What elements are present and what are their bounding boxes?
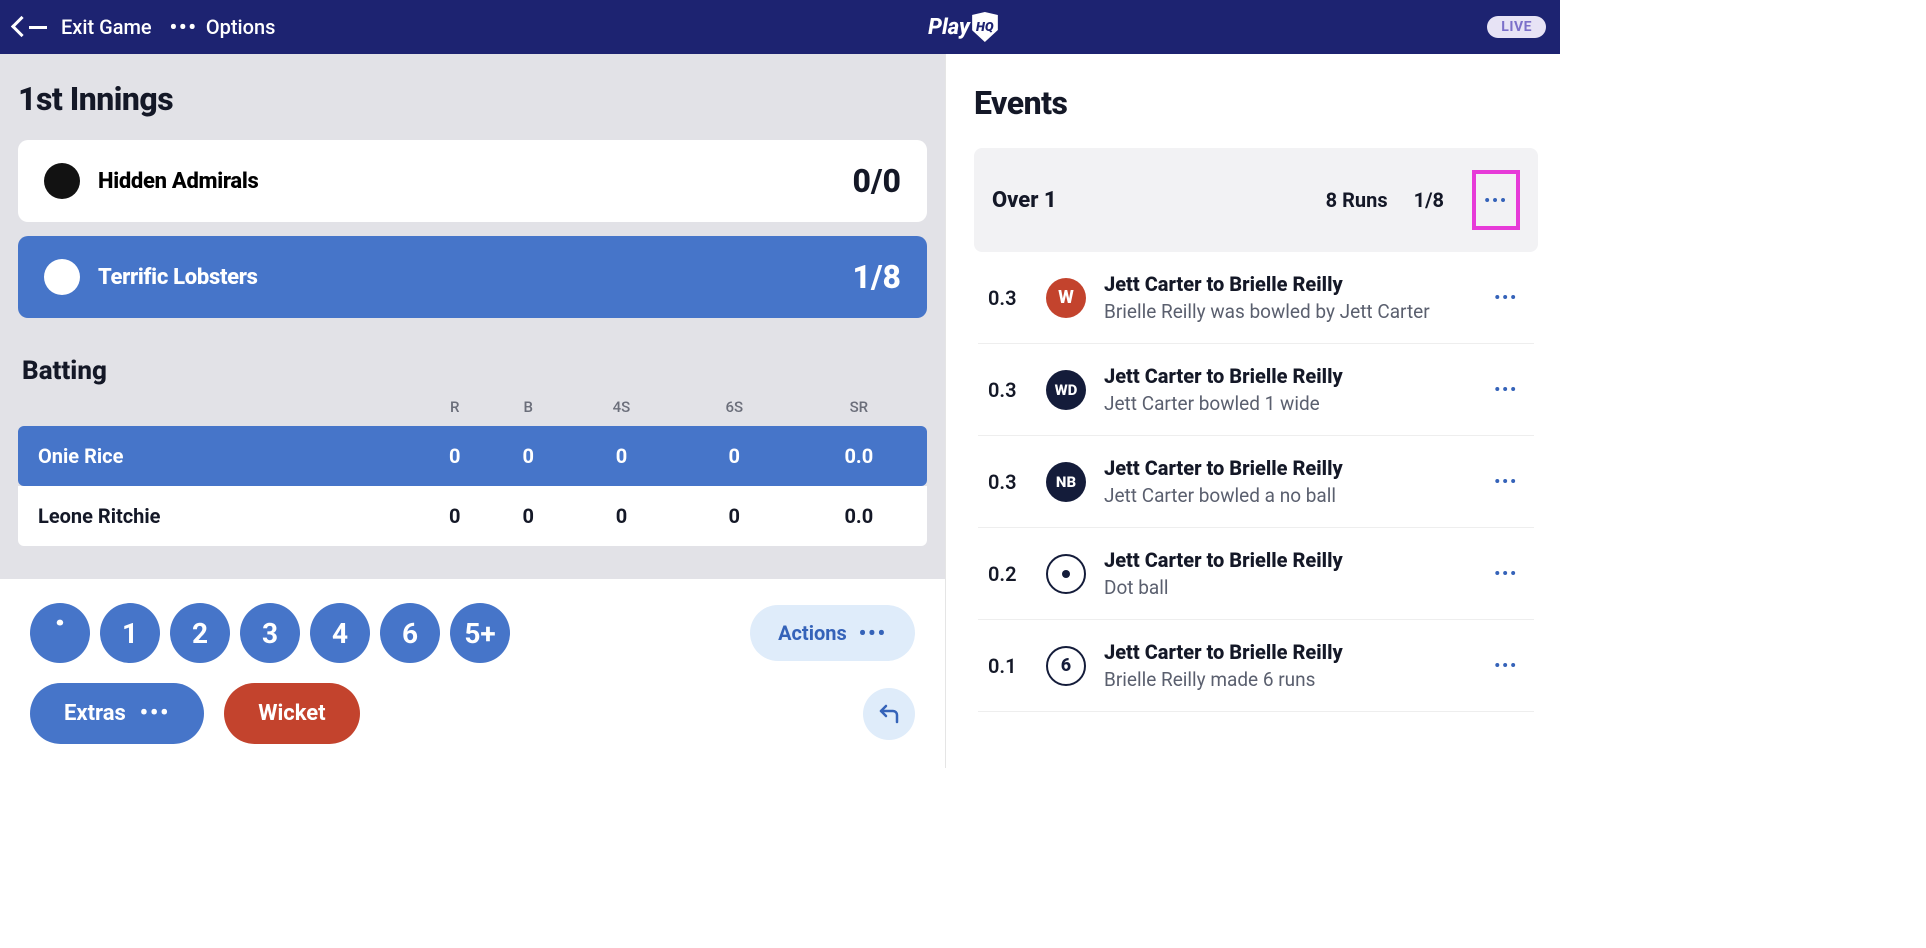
more-icon: ••• [140,701,170,726]
event-list: 0.3 W Jett Carter to Brielle Reilly Brielle… [974,252,1538,712]
event-row: 0.3 W Jett Carter to Brielle Reilly Brielle… [978,252,1534,344]
event-row: 0.3 WD Jett Carter to Brielle Reilly Jett C… [978,344,1534,436]
event-row: 0.3 NB Jett Carter to Brielle Reilly Jett C… [978,436,1534,528]
live-badge: LIVE [1487,16,1546,38]
batter-name: Onie Rice [18,426,418,486]
event-menu-button[interactable]: ••• [1488,380,1524,399]
score-6-button[interactable]: 6 [380,603,440,663]
over-menu-button[interactable]: ••• [1472,170,1520,230]
batter-row-nonstriker[interactable]: Leone Ritchie 0 0 0 0 0.0 [18,486,927,546]
col-r: R [418,392,492,426]
col-sr: SR [791,392,927,426]
event-over: 0.2 [988,562,1028,586]
team-a-color-icon [44,163,80,199]
score-1-button[interactable]: 1 [100,603,160,663]
top-bar: Exit Game ••• Options Play HQ LIVE [0,0,1560,54]
options-button[interactable]: ••• Options [170,15,276,39]
team-b-color-icon [44,259,80,295]
undo-icon [877,702,901,726]
event-over: 0.3 [988,286,1028,310]
score-5plus-button[interactable]: 5+ [450,603,510,663]
batting-heading: Batting [22,356,342,386]
score-3-button[interactable]: 3 [240,603,300,663]
col-b: B [492,392,566,426]
team-b-name: Terrific Lobsters [98,265,258,290]
extras-button[interactable]: Extras ••• [30,683,204,744]
team-a-score: 0/0 [853,162,901,200]
scoring-panel: 1st Innings Hidden Admirals 0/0 Terrific… [0,54,946,768]
over-title: Over 1 [992,188,1057,213]
more-icon: ••• [170,15,198,39]
logo-shield-icon: HQ [972,12,998,42]
event-desc: Dot ball [1104,576,1470,599]
events-panel: Events Over 1 8 Runs 1/8 ••• 0.3 W Jett Ca… [946,54,1560,768]
event-desc: Brielle Reilly was bowled by Jett Carter [1104,300,1470,323]
extras-label: Extras [64,701,126,726]
over-score: 1/8 [1414,188,1444,212]
event-ball-icon: 6 [1046,646,1086,686]
control-bar: · 1 2 3 4 6 5+ Actions ••• Extras ••• Wi… [0,579,945,768]
options-label: Options [206,15,276,39]
team-a-name: Hidden Admirals [98,169,259,194]
actions-button[interactable]: Actions ••• [750,605,915,661]
events-heading: Events [974,84,1538,122]
innings-scroll[interactable]: 1st Innings Hidden Admirals 0/0 Terrific… [0,54,945,579]
col-6s: 6S [678,392,791,426]
undo-button[interactable] [863,688,915,740]
event-ball-icon: W [1046,278,1086,318]
actions-label: Actions [778,621,847,645]
playhq-logo: Play HQ [928,12,998,42]
event-menu-button[interactable]: ••• [1488,472,1524,491]
event-ball-icon [1046,554,1086,594]
exit-game-label: Exit Game [61,15,152,39]
event-menu-button[interactable]: ••• [1488,288,1524,307]
more-icon: ••• [859,621,887,645]
event-over: 0.3 [988,470,1028,494]
event-over: 0.1 [988,654,1028,678]
team-card-b[interactable]: Terrific Lobsters 1/8 [18,236,927,318]
wicket-button[interactable]: Wicket [224,683,359,744]
event-title: Jett Carter to Brielle Reilly [1104,640,1470,664]
col-4s: 4S [565,392,678,426]
arrow-left-icon [14,15,29,39]
event-over: 0.3 [988,378,1028,402]
event-desc: Jett Carter bowled a no ball [1104,484,1470,507]
batter-row-striker[interactable]: Onie Rice 0 0 0 0 0.0 [18,426,927,486]
event-ball-icon: NB [1046,462,1086,502]
event-title: Jett Carter to Brielle Reilly [1104,456,1470,480]
exit-game-button[interactable]: Exit Game [14,15,152,39]
batter-name: Leone Ritchie [18,486,418,546]
over-header: Over 1 8 Runs 1/8 ••• [974,148,1538,252]
event-ball-icon: WD [1046,370,1086,410]
event-row: 0.2 Jett Carter to Brielle Reilly Dot ball… [978,528,1534,620]
event-menu-button[interactable]: ••• [1488,656,1524,675]
event-desc: Jett Carter bowled 1 wide [1104,392,1470,415]
event-title: Jett Carter to Brielle Reilly [1104,364,1470,388]
team-card-a[interactable]: Hidden Admirals 0/0 [18,140,927,222]
over-runs: 8 Runs [1326,188,1388,212]
event-title: Jett Carter to Brielle Reilly [1104,272,1470,296]
score-4-button[interactable]: 4 [310,603,370,663]
innings-title: 1st Innings [18,80,927,118]
event-row: 0.1 6 Jett Carter to Brielle Reilly Brielle… [978,620,1534,712]
team-b-score: 1/8 [853,258,901,296]
score-dot-button[interactable]: · [30,603,90,663]
event-menu-button[interactable]: ••• [1488,564,1524,583]
score-2-button[interactable]: 2 [170,603,230,663]
event-desc: Brielle Reilly made 6 runs [1104,668,1470,691]
batting-table: R B 4S 6S SR Onie Rice 0 0 0 0 0.0 Leone… [18,392,927,546]
event-title: Jett Carter to Brielle Reilly [1104,548,1470,572]
